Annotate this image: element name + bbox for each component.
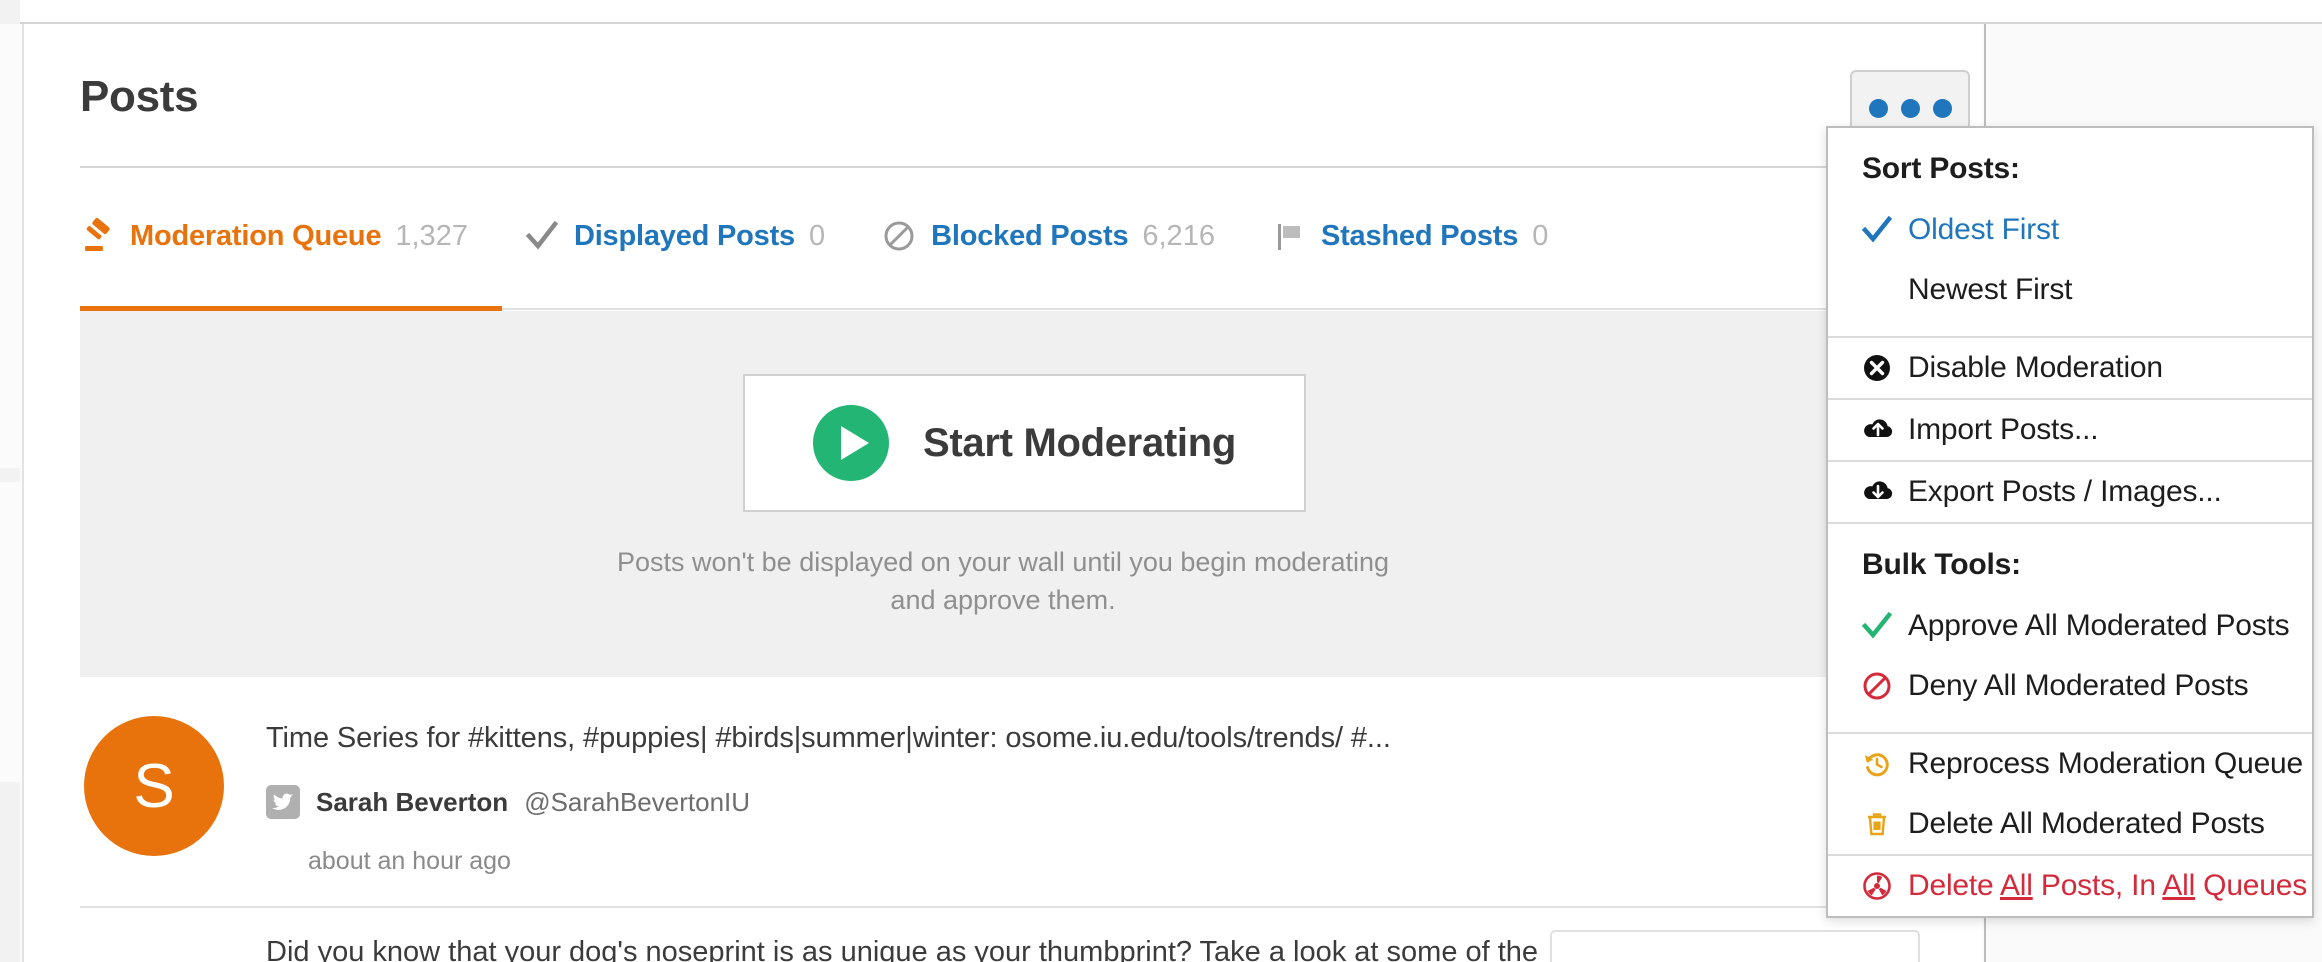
menu-item-label: Oldest First	[1908, 213, 2059, 246]
menu-item-label: Reprocess Moderation Queue	[1908, 747, 2304, 780]
start-moderating-label: Start Moderating	[923, 420, 1236, 465]
tab-moderation-queue[interactable]: Moderation Queue 1,327	[80, 209, 468, 263]
menu-item-label: Approve All Moderated Posts	[1908, 609, 2290, 642]
gutter-segment	[0, 24, 20, 468]
post-list-item[interactable]: S Time Series for #kittens, #puppies| #b…	[80, 684, 1926, 908]
tab-label: Blocked Posts	[931, 219, 1129, 252]
menu-group-import: Import Posts...	[1828, 400, 2312, 462]
kebab-dot-icon	[1868, 98, 1888, 118]
menu-item-oldest-first[interactable]: Oldest First	[1828, 200, 2312, 260]
post-list-item[interactable]: Did you know that your dog's noseprint i…	[80, 908, 1926, 962]
post-thumbnail[interactable]	[1550, 930, 1920, 962]
tab-label: Moderation Queue	[130, 219, 382, 252]
menu-group-export: Export Posts / Images...	[1828, 462, 2312, 524]
menu-item-import-posts[interactable]: Import Posts...	[1828, 400, 2312, 460]
window-top-strip	[0, 0, 2322, 22]
tab-count: 1,327	[395, 219, 468, 252]
menu-item-delete-all-posts-in-all-queues[interactable]: Delete All Posts, In All Queues	[1828, 856, 2312, 916]
menu-group-disable: Disable Moderation	[1828, 338, 2312, 400]
check-green-icon	[1862, 611, 1908, 641]
page-title: Posts	[80, 72, 199, 121]
menu-group-sort: Sort Posts: Oldest First Newest First	[1828, 128, 2312, 338]
tab-bar-rule	[502, 308, 1926, 310]
twitter-icon	[266, 785, 300, 819]
post-timestamp: about an hour ago	[308, 847, 511, 875]
gavel-icon	[80, 218, 116, 254]
post-body: Time Series for #kittens, #puppies| #bir…	[266, 722, 1866, 876]
start-moderating-button[interactable]: Start Moderating	[743, 374, 1306, 512]
tab-blocked-posts[interactable]: Blocked Posts 6,216	[881, 209, 1215, 263]
card-header: Posts	[24, 24, 1982, 168]
tab-count: 0	[808, 219, 826, 252]
dog-photo-icon	[185, 937, 277, 962]
post-author-handle: @SarahBevertonIU	[524, 786, 751, 817]
menu-item-delete-all-moderated-posts[interactable]: Delete All Moderated Posts	[1828, 794, 2312, 854]
header-divider	[80, 166, 1926, 168]
avatar: S	[84, 716, 224, 856]
menu-item-label: Newest First	[1908, 273, 2073, 306]
menu-item-label: Delete All Moderated Posts	[1908, 807, 2265, 840]
danger-label-text: Delete All Posts, In All Queues	[1908, 869, 2308, 902]
tab-displayed-posts[interactable]: Displayed Posts 0	[524, 209, 825, 263]
menu-heading-sort: Sort Posts:	[1862, 152, 2020, 185]
menu-item-disable-moderation[interactable]: Disable Moderation	[1828, 338, 2312, 398]
post-title: Did you know that your dog's noseprint i…	[266, 936, 1539, 962]
menu-item-label: Export Posts / Images...	[1908, 475, 2222, 508]
menu-group-bulk-tools: Bulk Tools: Approve All Moderated Posts …	[1828, 524, 2312, 734]
menu-item-export-posts-images[interactable]: Export Posts / Images...	[1828, 462, 2312, 522]
tab-count: 6,216	[1142, 219, 1215, 252]
empty-state-subtext: Posts won't be displayed on your wall un…	[80, 543, 1926, 619]
tab-count: 0	[1532, 219, 1549, 252]
menu-item-label: Disable Moderation	[1908, 351, 2163, 384]
flag-icon	[1271, 218, 1307, 254]
empty-state-subtext-line2: and approve them.	[890, 585, 1116, 615]
menu-item-reprocess-moderation-queue[interactable]: Reprocess Moderation Queue	[1828, 734, 2312, 794]
radioactive-icon	[1862, 871, 1908, 901]
kebab-dot-icon	[1900, 98, 1920, 118]
options-dropdown-menu: Sort Posts: Oldest First Newest First Di…	[1826, 126, 2314, 918]
menu-group-danger: Delete All Posts, In All Queues	[1828, 856, 2312, 916]
cloud-download-icon	[1862, 477, 1908, 507]
menu-item-label: Import Posts...	[1908, 413, 2099, 446]
deny-icon	[1862, 671, 1908, 701]
tab-bar: Moderation Queue 1,327 Displayed Posts 0	[80, 209, 1604, 309]
menu-group-maintenance: Reprocess Moderation Queue Delete All Mo…	[1828, 734, 2312, 856]
check-icon	[524, 218, 560, 254]
menu-heading-bulk-tools: Bulk Tools:	[1862, 548, 2021, 581]
post-author-name: Sarah Beverton	[316, 786, 509, 817]
trash-icon	[1862, 809, 1908, 839]
tab-stashed-posts[interactable]: Stashed Posts 0	[1271, 209, 1548, 263]
menu-item-label: Deny All Moderated Posts	[1908, 669, 2249, 702]
post-title: Time Series for #kittens, #puppies| #bir…	[266, 722, 1391, 754]
tab-label: Stashed Posts	[1320, 219, 1519, 252]
cloud-upload-icon	[1862, 415, 1908, 445]
block-icon	[881, 218, 917, 254]
tab-label: Displayed Posts	[573, 219, 795, 252]
menu-item-approve-all-moderated-posts[interactable]: Approve All Moderated Posts	[1828, 596, 2312, 656]
x-circle-icon	[1862, 353, 1908, 383]
left-gutter	[0, 0, 20, 962]
kebab-dot-icon	[1932, 98, 1952, 118]
play-icon	[813, 405, 889, 481]
app-root: Posts Moderation Queue 1,327 Displayed P…	[0, 0, 2322, 962]
posts-card: Posts Moderation Queue 1,327 Displayed P…	[22, 24, 1982, 962]
post-meta: Sarah Beverton @SarahBevertonIU	[266, 785, 1866, 819]
history-icon	[1862, 749, 1908, 779]
menu-item-newest-first[interactable]: Newest First	[1828, 260, 2312, 320]
empty-state-subtext-line1: Posts won't be displayed on your wall un…	[616, 547, 1390, 577]
menu-item-label: Delete All Posts, In All Queues	[1908, 869, 2312, 903]
menu-item-deny-all-moderated-posts[interactable]: Deny All Moderated Posts	[1828, 656, 2312, 716]
check-icon	[1862, 215, 1908, 245]
gutter-segment	[0, 482, 20, 782]
empty-state-panel: Start Moderating Posts won't be displaye…	[80, 311, 1926, 677]
